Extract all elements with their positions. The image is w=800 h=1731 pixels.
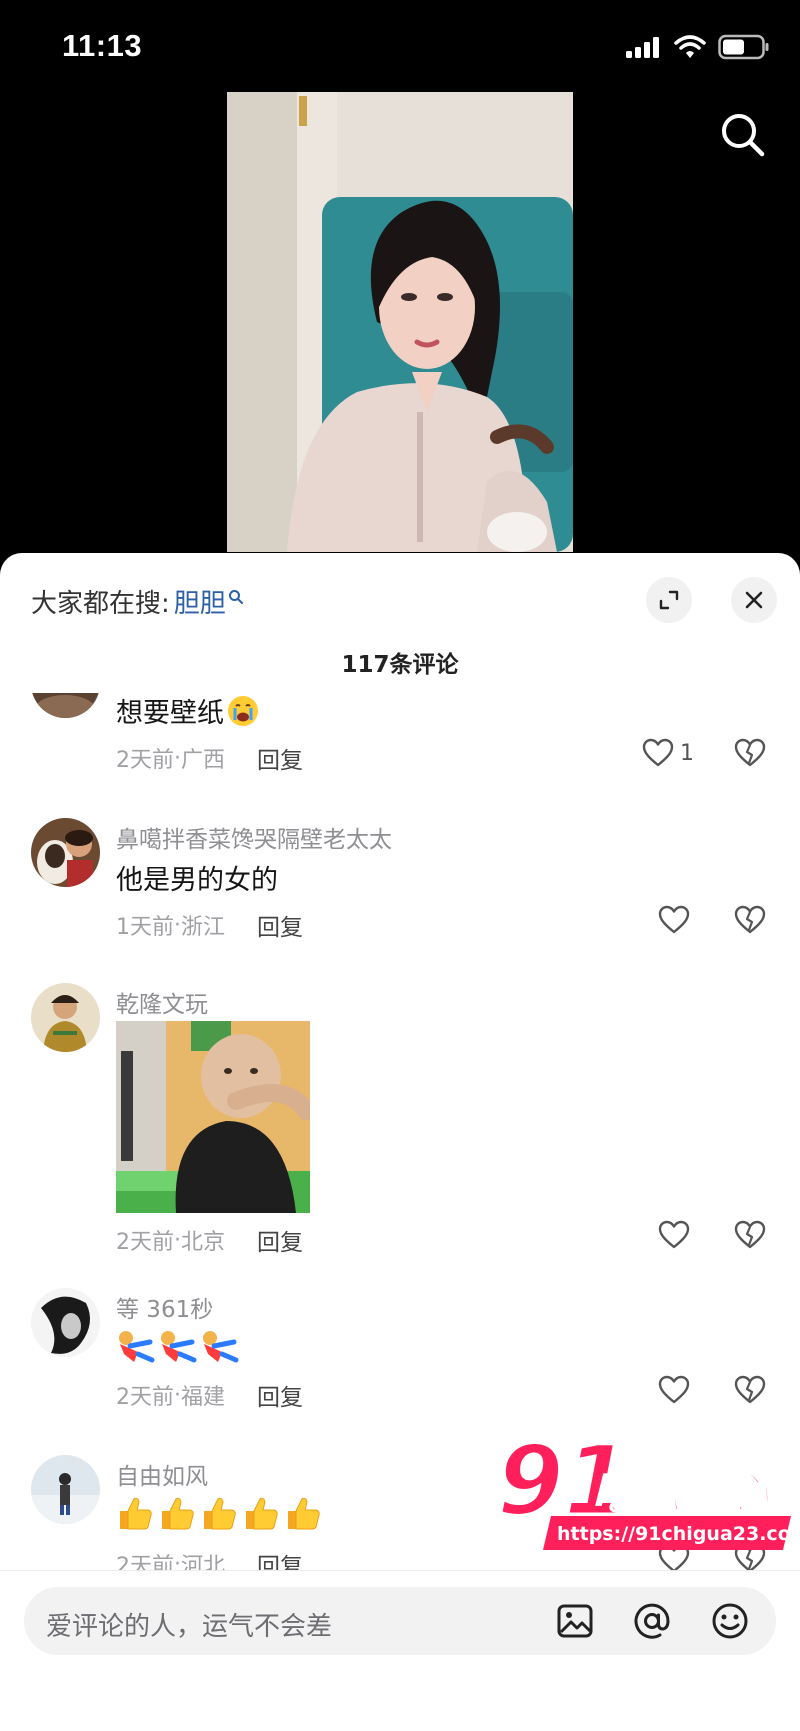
close-icon [745, 591, 763, 609]
like-button[interactable] [658, 1220, 690, 1250]
comment-username[interactable]: 鼻噶拌香菜馋哭隔壁老太太 [116, 820, 392, 854]
sliding-kid-emoji [119, 1331, 239, 1363]
reply-button[interactable]: 回复 [257, 1378, 303, 1412]
close-button[interactable] [731, 577, 777, 623]
expand-icon [659, 590, 679, 610]
status-time: 11:13 [62, 28, 143, 63]
reply-button[interactable]: 回复 [257, 908, 303, 942]
thumbs-up-emoji [120, 1497, 320, 1530]
hot-search-keyword[interactable]: 胆胆 [174, 583, 226, 620]
comment-meta: 2天前 · 北京 回复 [116, 1223, 303, 1257]
comment-text: 想要壁纸 [116, 693, 260, 730]
like-count: 1 [680, 740, 694, 766]
comment-text: 他是男的女的 [116, 865, 278, 896]
emoji-button[interactable] [710, 1601, 750, 1641]
avatar[interactable] [31, 1288, 100, 1357]
battery-icon [718, 34, 769, 60]
comment-text [116, 1328, 242, 1364]
status-bar: 11:13 [0, 0, 800, 92]
watermark-brand: 吃瓜中心 [593, 1468, 771, 1519]
like-button[interactable] [658, 905, 690, 935]
comment-sheet: 大家都在搜: 胆胆 117条评论 想要壁纸 2天前 · 广西 回复 1 鼻噶拌香… [0, 553, 800, 1731]
comment-text-content: 想要壁纸 [116, 698, 224, 729]
hot-search-label: 大家都在搜: [31, 589, 170, 619]
dislike-button[interactable] [734, 1220, 766, 1254]
broken-heart-icon [734, 1220, 766, 1249]
comment-time: 2天前 [116, 748, 174, 773]
comment-input[interactable]: 爱评论的人，运气不会差 [24, 1587, 776, 1655]
search-icon [722, 114, 765, 157]
comment-meta: 1天前 · 浙江 回复 [116, 908, 303, 942]
comment-username[interactable]: 自由如风 [116, 1457, 208, 1491]
watermark-logo: 91 吃瓜中心 https://91chigua23.com [495, 1424, 800, 1552]
cellular-signal-icon [626, 37, 659, 58]
image-button[interactable] [555, 1601, 595, 1641]
comment-time: 2天前 [116, 1385, 174, 1410]
child-sticker-image [116, 1021, 310, 1213]
sheet-header: 大家都在搜: 胆胆 [0, 553, 800, 643]
search-small-icon [228, 589, 243, 604]
heart-icon [642, 738, 674, 767]
comment-meta: 2天前 · 广西 回复 [116, 741, 303, 775]
comment-time: 2天前 [116, 1230, 174, 1255]
like-button[interactable]: 1 [642, 738, 694, 768]
image-icon [557, 1604, 593, 1638]
broken-heart-icon [734, 905, 766, 934]
video-frame[interactable] [227, 92, 573, 552]
comment-time: 1天前 [116, 915, 174, 940]
video-player[interactable] [0, 92, 800, 552]
comment-location: 浙江 [181, 915, 226, 940]
dislike-button[interactable] [734, 738, 766, 772]
watermark-url: https://91chigua23.com [557, 1523, 795, 1545]
at-icon [634, 1603, 670, 1639]
status-icons [626, 34, 770, 60]
avatar[interactable] [31, 983, 100, 1052]
emoji-icon [712, 1603, 748, 1639]
comment-text [116, 1495, 326, 1533]
comment-image[interactable] [116, 1021, 310, 1213]
heart-icon [658, 905, 690, 934]
search-button[interactable] [718, 110, 768, 160]
crying-face-emoji [228, 695, 258, 726]
heart-icon [658, 1375, 690, 1404]
video-thumbnail-image [227, 92, 573, 552]
comment-meta: 2天前 · 福建 回复 [116, 1378, 303, 1412]
broken-heart-icon [734, 1375, 766, 1404]
avatar[interactable] [31, 693, 100, 718]
dislike-button[interactable] [734, 1375, 766, 1409]
broken-heart-icon [734, 738, 766, 767]
like-button[interactable] [658, 1375, 690, 1405]
reply-button[interactable]: 回复 [257, 741, 303, 775]
wifi-icon [674, 35, 706, 58]
mention-button[interactable] [632, 1601, 672, 1641]
comment-input-bar: 爱评论的人，运气不会差 [0, 1570, 800, 1731]
avatar[interactable] [31, 1455, 100, 1524]
avatar[interactable] [31, 818, 100, 887]
comment-location: 北京 [181, 1230, 226, 1255]
hot-search[interactable]: 大家都在搜: 胆胆 [31, 583, 244, 620]
comment-location: 广西 [181, 748, 226, 773]
heart-icon [658, 1220, 690, 1249]
comment-count: 117条评论 [341, 652, 459, 678]
comment-username[interactable]: 乾隆文玩 [116, 985, 208, 1019]
comment-username[interactable]: 等 361秒 [116, 1290, 213, 1324]
comment-input-placeholder: 爱评论的人，运气不会差 [46, 1612, 333, 1642]
comment-location: 福建 [181, 1385, 226, 1410]
reply-button[interactable]: 回复 [257, 1223, 303, 1257]
dislike-button[interactable] [734, 905, 766, 939]
expand-button[interactable] [646, 577, 692, 623]
